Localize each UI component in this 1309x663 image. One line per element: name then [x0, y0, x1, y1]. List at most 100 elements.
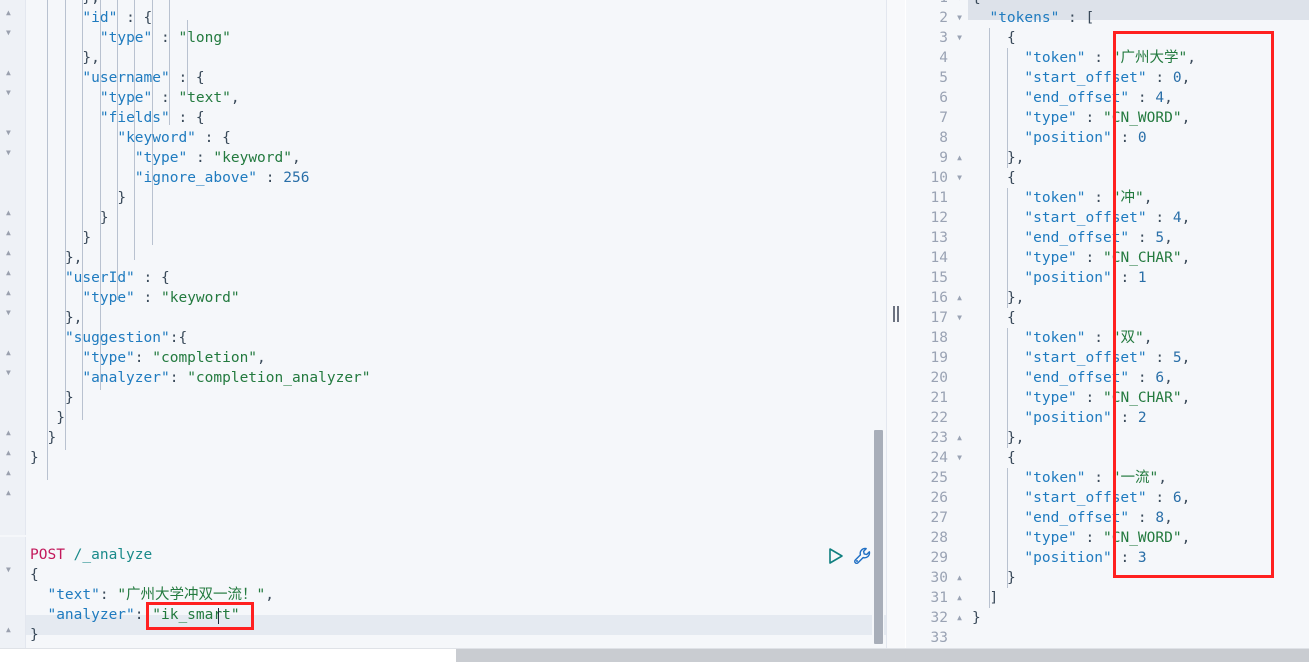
fold-down-icon[interactable] [6, 308, 15, 317]
http-method: POST [30, 547, 65, 563]
response-line-number: 15 [930, 270, 948, 286]
request-body-line: "text": "广州大学冲双一流！", [47, 587, 275, 603]
request-body-line: { [30, 567, 39, 583]
fold-down-icon[interactable]: ▼ [957, 168, 962, 188]
response-code-line: } [972, 610, 981, 626]
fold-up-icon[interactable]: ▲ [957, 148, 962, 168]
fold-down-icon[interactable]: ▼ [957, 0, 962, 8]
response-code-line: "position" : 2 [1024, 410, 1147, 426]
request-code-line: "userId" : { [64, 270, 170, 286]
response-code-line: "end_offset" : 4, [1024, 90, 1173, 106]
response-line-number: 30 [930, 570, 948, 586]
response-code-line: "position" : 0 [1024, 130, 1147, 146]
response-code-line: "position" : 3 [1024, 550, 1147, 566]
panel-splitter[interactable] [886, 0, 905, 648]
fold-up-icon[interactable] [6, 288, 15, 297]
fold-up-icon[interactable] [6, 8, 15, 17]
response-code-line: } [1006, 570, 1016, 586]
fold-up-icon[interactable] [6, 68, 15, 77]
fold-up-icon[interactable]: ▲ [957, 588, 962, 608]
response-line-number: 29 [930, 550, 948, 566]
request-code-line: "analyzer": "completion_analyzer" [82, 370, 371, 386]
fold-down-icon[interactable] [6, 88, 15, 97]
request-code-line: "type": "completion", [82, 350, 266, 366]
response-code-line: "token" : "一流", [1024, 470, 1167, 486]
request-vertical-scrollbar-thumb[interactable] [874, 430, 883, 644]
response-line-number: 3 [939, 30, 948, 46]
fold-up-icon[interactable] [6, 625, 15, 634]
request-code-line: "keyword" : { [117, 130, 231, 146]
response-line-number: 10 [930, 170, 948, 186]
response-line-number: 1 [908, 0, 948, 8]
response-line-number: 11 [930, 190, 948, 206]
response-line-number: 5 [939, 70, 948, 86]
request-actions [824, 545, 876, 569]
request-code-line: "type" : "long" [99, 30, 231, 46]
response-line-gutter[interactable]: 1 ▼ 2 ▼ 3 ▼ 4 5 6 7 8 9 ▲ 10 ▼ 11 12 13 14 15 16 ▲ 17 ▼ 18 19 20 21… [906, 0, 968, 648]
fold-down-icon[interactable] [6, 148, 15, 157]
request-method-line: POST /_analyze [30, 545, 152, 565]
fold-up-icon[interactable]: ▲ [957, 428, 962, 448]
response-line-number: 27 [930, 510, 948, 526]
wrench-icon[interactable] [852, 545, 874, 567]
fold-up-icon[interactable]: ▲ [957, 568, 962, 588]
response-line-number: 4 [939, 50, 948, 66]
fold-up-icon[interactable] [6, 248, 15, 257]
response-code-line: }, [1006, 150, 1025, 166]
fold-up-icon[interactable] [6, 448, 15, 457]
response-line-number: 21 [930, 390, 948, 406]
fold-up-icon[interactable] [6, 268, 15, 277]
fold-up-icon[interactable] [6, 208, 15, 217]
fold-down-icon[interactable] [6, 128, 15, 137]
response-code-line: { [972, 0, 981, 8]
request-code-line: } [47, 430, 57, 446]
fold-up-icon[interactable] [6, 428, 15, 437]
request-fold-gutter[interactable] [0, 0, 26, 535]
request-panel: }, "id" : { "type" : "long" }, "username… [0, 0, 886, 648]
fold-up-icon[interactable] [6, 348, 15, 357]
fold-up-icon[interactable]: ▲ [957, 608, 962, 628]
request-code-line: "fields" : { [99, 110, 205, 126]
fold-down-icon[interactable] [6, 28, 15, 37]
response-line-number: 13 [930, 230, 948, 246]
fold-down-icon[interactable] [6, 565, 15, 574]
fold-down-icon[interactable] [6, 368, 15, 377]
response-code-line: "end_offset" : 8, [1024, 510, 1173, 526]
fold-down-icon[interactable]: ▼ [957, 28, 962, 48]
request-code-line: "username" : { [82, 70, 205, 86]
request-code-area[interactable]: }, "id" : { "type" : "long" }, "username… [26, 0, 886, 535]
request-bottom-fold-gutter[interactable] [0, 537, 26, 648]
request-editor-top[interactable]: }, "id" : { "type" : "long" }, "username… [0, 0, 886, 535]
response-line-number: 18 [930, 330, 948, 346]
response-line-number: 31 [930, 590, 948, 606]
response-line-number: 23 [930, 430, 948, 446]
fold-down-icon[interactable]: ▼ [957, 448, 962, 468]
response-line-number: 32 [930, 610, 948, 626]
response-code-line: "position" : 1 [1024, 270, 1147, 286]
response-code-line: "type" : "CN_WORD", [1024, 110, 1191, 126]
fold-up-icon[interactable] [6, 468, 15, 477]
request-code-line: "type" : "text", [99, 90, 240, 106]
page-horizontal-scrollbar-thumb[interactable] [456, 649, 1309, 662]
request-body-line: } [30, 627, 39, 643]
fold-up-icon[interactable] [6, 488, 15, 497]
fold-down-icon[interactable]: ▼ [957, 8, 962, 28]
fold-up-icon[interactable] [6, 228, 15, 237]
response-line-number: 9 [939, 150, 948, 166]
fold-down-icon[interactable]: ▼ [957, 308, 962, 328]
fold-up-icon[interactable]: ▲ [957, 288, 962, 308]
response-code-area[interactable]: { "tokens" : [ { "token" : "广州大学", "star… [968, 0, 1309, 648]
response-code-line: { [1006, 310, 1016, 326]
text-cursor [218, 608, 219, 624]
request-editor-bottom[interactable]: POST /_analyze { "text": "广州大学冲双一流！", "an… [0, 537, 886, 648]
play-icon[interactable] [824, 545, 846, 567]
request-bottom-code-area[interactable]: POST /_analyze { "text": "广州大学冲双一流！", "an… [26, 537, 886, 648]
response-panel: 1 ▼ 2 ▼ 3 ▼ 4 5 6 7 8 9 ▲ 10 ▼ 11 12 13 14 15 16 ▲ 17 ▼ 18 19 20 21… [906, 0, 1309, 648]
response-code-line: "end_offset" : 6, [1024, 370, 1173, 386]
response-code-line: "start_offset" : 5, [1024, 350, 1191, 366]
response-code-line: "type" : "CN_WORD", [1024, 530, 1191, 546]
panel-splitter-handle[interactable] [892, 306, 901, 322]
response-line-number: 17 [930, 310, 948, 326]
response-line-number: 19 [930, 350, 948, 366]
response-line-number: 16 [930, 290, 948, 306]
